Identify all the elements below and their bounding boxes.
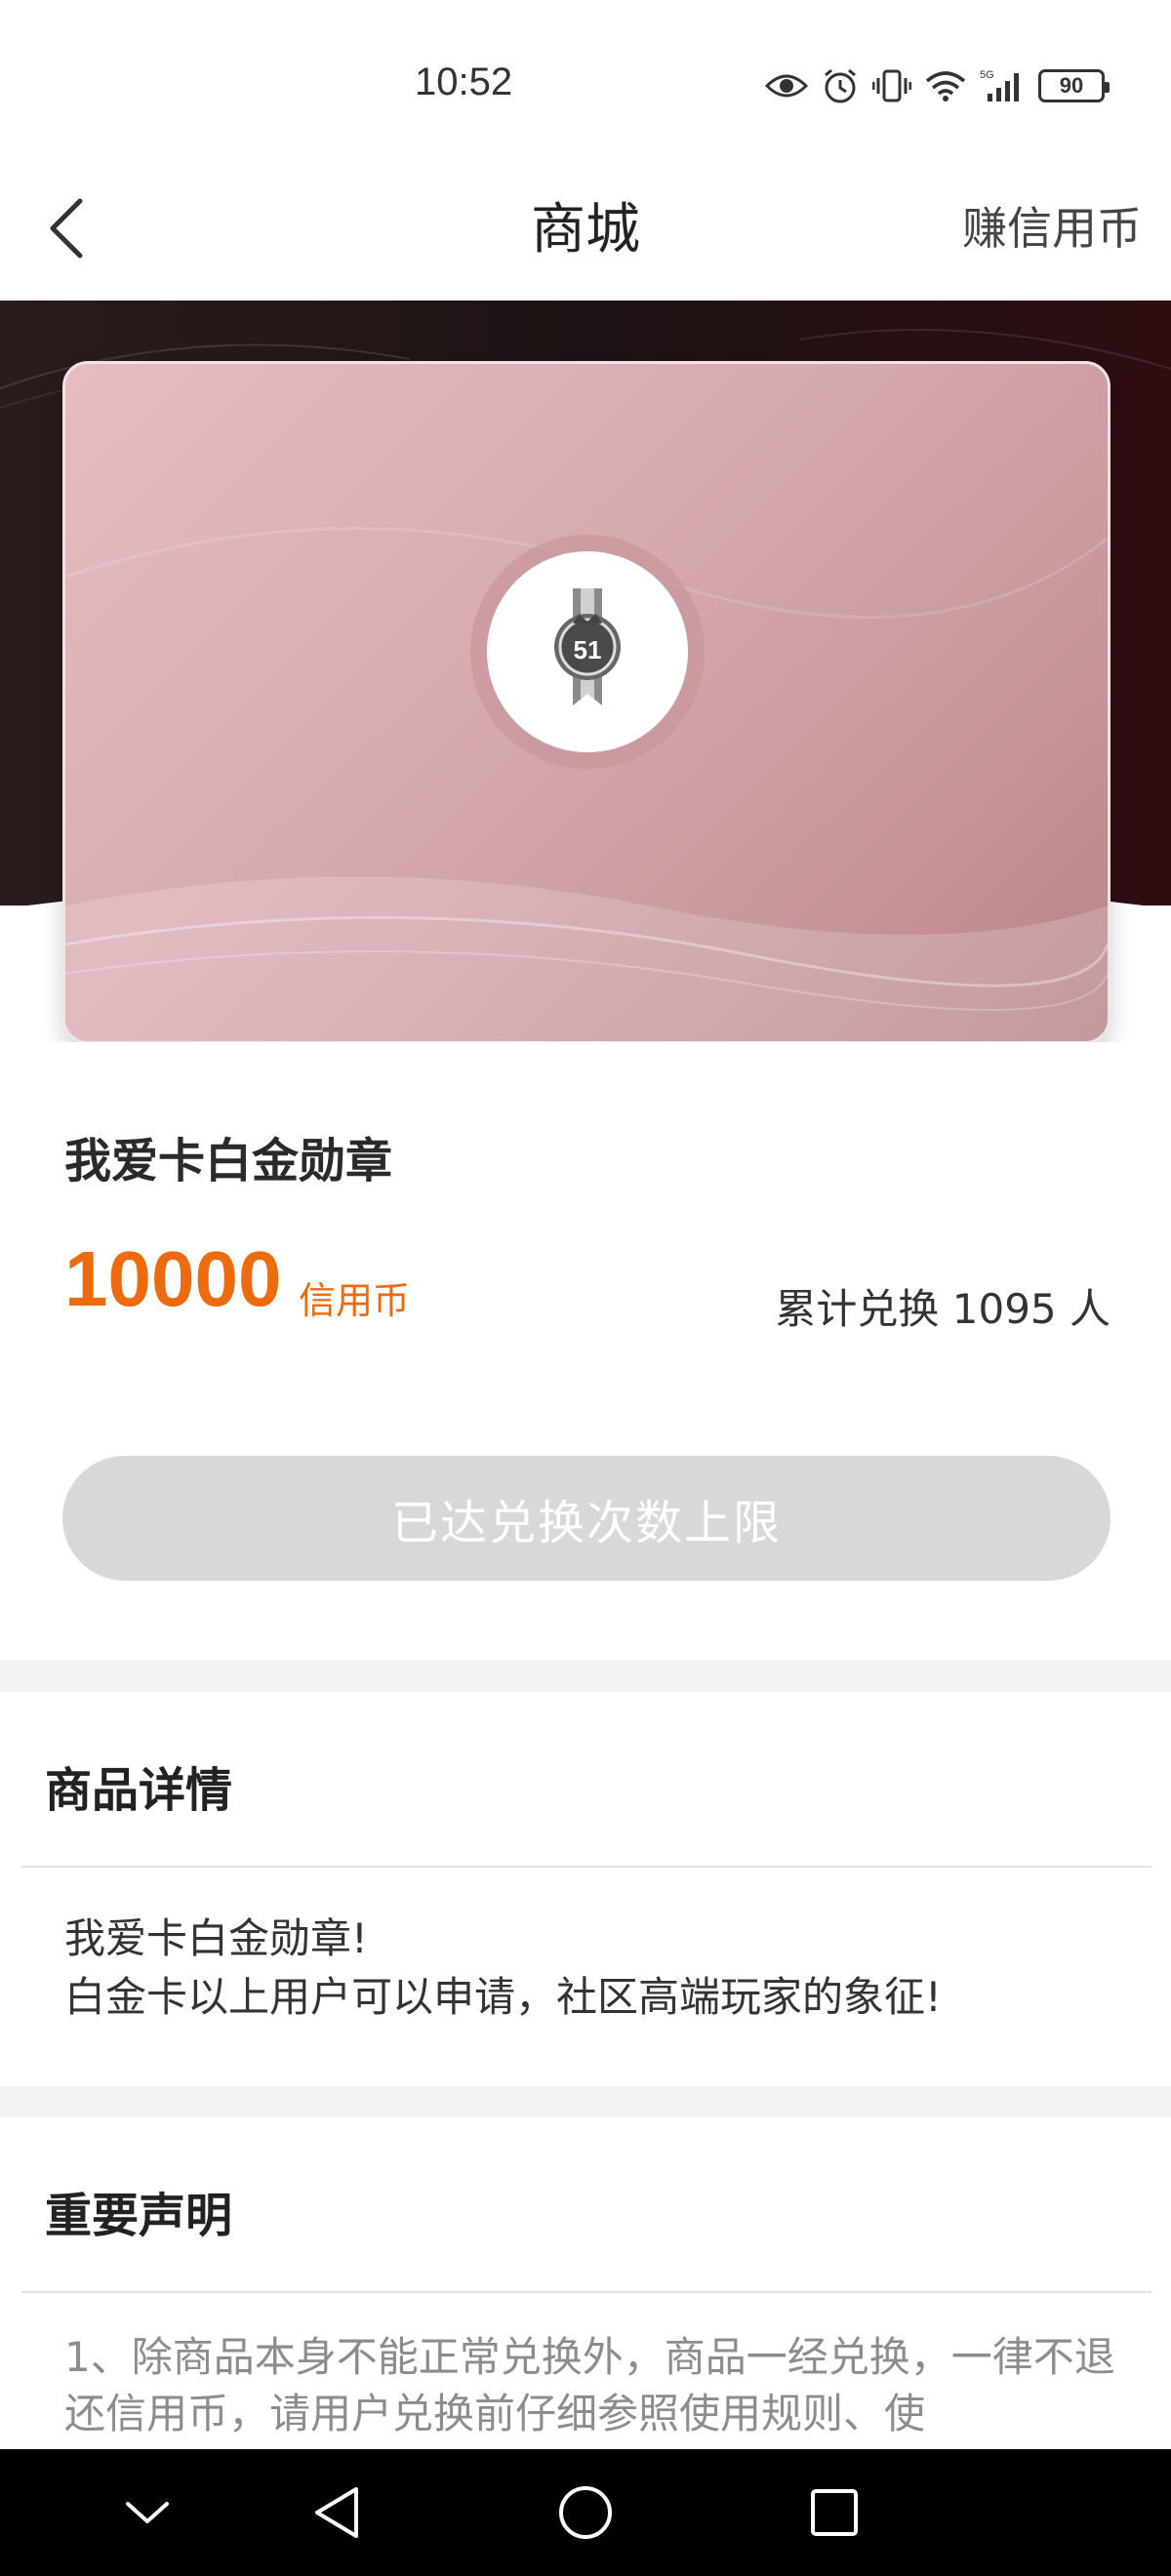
circle-home-icon [559, 2486, 612, 2539]
hero-banner: 51 [0, 301, 1171, 1042]
statement-text: 1、除商品本身不能正常兑换外，商品一经兑换，一律不退还信用币，请用户兑换前仔细参… [64, 2333, 1115, 2437]
section-divider [0, 2086, 1171, 2117]
divider [21, 2291, 1151, 2293]
square-recents-icon [811, 2489, 858, 2536]
earn-credit-link[interactable]: 赚信用币 [962, 193, 1142, 258]
redeem-button[interactable]: 已达兑换次数上限 [62, 1456, 1110, 1581]
signal-icon: 5G [980, 68, 1025, 103]
product-card: 51 [62, 361, 1110, 1042]
detail-line-1: 我爱卡白金勋章! [64, 1914, 368, 1962]
status-icons: 5G 90 [765, 64, 1110, 107]
badge-number: 51 [574, 635, 602, 664]
badge-medal: 51 [470, 535, 705, 769]
alarm-icon [822, 67, 859, 104]
divider [21, 1866, 1151, 1868]
product-price: 10000 [64, 1235, 282, 1322]
detail-line-2: 白金卡以上用户可以申请，社区高端玩家的象征! [64, 1973, 942, 2021]
status-time: 10:52 [415, 60, 513, 103]
wifi-icon [925, 69, 966, 102]
details-title: 商品详情 [45, 1763, 233, 1818]
status-bar: 10:52 5G 90 [0, 0, 1171, 166]
eye-icon [765, 71, 808, 101]
statement-title: 重要声明 [45, 2189, 233, 2243]
product-name: 我爱卡白金勋章 [64, 1134, 393, 1188]
nav-home-button[interactable] [549, 2476, 622, 2549]
nav-collapse-button[interactable] [111, 2476, 183, 2549]
vibrate-icon [872, 68, 911, 103]
nav-back-button[interactable] [301, 2476, 373, 2549]
price-unit: 信用币 [299, 1279, 411, 1322]
nav-bar: 商城 赚信用币 [0, 166, 1171, 301]
battery-icon: 90 [1038, 69, 1110, 102]
battery-level: 90 [1059, 73, 1084, 98]
triangle-back-icon [315, 2487, 358, 2538]
nav-recents-button[interactable] [798, 2476, 870, 2549]
chevron-down-icon [126, 2502, 169, 2523]
svg-text:5G: 5G [980, 69, 994, 81]
exchange-count: 累计兑换 1095 人 [775, 1285, 1110, 1333]
medal-icon: 51 [554, 588, 621, 705]
system-nav-bar [0, 2449, 1171, 2576]
section-divider [0, 1661, 1171, 1692]
